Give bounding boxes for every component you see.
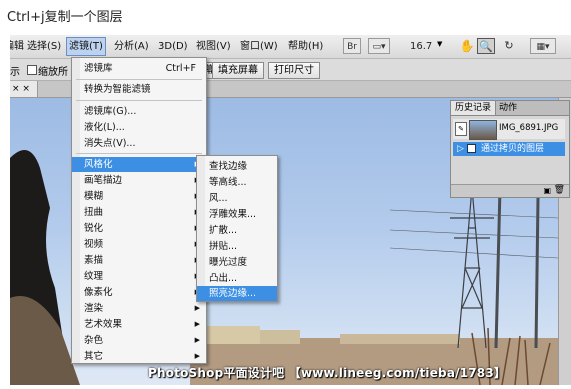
caption: Ctrl+j复制一个图层 — [7, 10, 123, 25]
menu-item-video[interactable]: 视频▶ — [72, 237, 206, 252]
menu-item-stylize[interactable]: 风格化▶ — [72, 157, 206, 172]
submenu-item-solarize[interactable]: 曝光过度 — [197, 255, 277, 270]
menu-item-other[interactable]: 其它 ▶ — [72, 349, 206, 364]
submenu-arrow-icon: ▶ — [194, 304, 200, 312]
submenu-arrow-icon: ▶ — [194, 352, 200, 360]
menu-view[interactable]: 视图(V) — [196, 39, 231, 54]
menu-separator — [76, 100, 202, 101]
submenu-item-find-edges[interactable]: 查找边缘 — [197, 159, 277, 174]
menu-item-sketch[interactable]: 素描▶ — [72, 253, 206, 268]
submenu-item-extrude[interactable]: 凸出... — [197, 271, 277, 286]
history-brush-icon[interactable]: ✎ — [455, 122, 467, 136]
menu-item-vanishing-point[interactable]: 消失点(V)... — [72, 136, 206, 151]
tab-history[interactable]: 历史记录 — [451, 101, 497, 115]
submenu-item-wind[interactable]: 风... — [197, 191, 277, 206]
options-label: 示 — [10, 67, 20, 78]
snapshot-thumbnail — [469, 120, 497, 140]
zoom-dropdown-icon[interactable]: ▼ — [437, 40, 442, 48]
menu-item-distort[interactable]: 扭曲▶ — [72, 205, 206, 220]
building-left — [200, 326, 260, 344]
submenu-item-tiles[interactable]: 拼贴... — [197, 239, 277, 254]
menu-item-brush-strokes[interactable]: 画笔描边▶ — [72, 173, 206, 188]
menu-edit[interactable]: 编辑 — [10, 39, 24, 54]
hand-tool-icon[interactable]: ✋ — [458, 38, 476, 54]
menu-item-filter-gallery[interactable]: 滤镜库(G)... — [72, 104, 206, 119]
resize-windows-label: 缩放所 — [38, 67, 68, 78]
new-snapshot-icon[interactable]: ▣ — [543, 186, 551, 195]
menu-analysis[interactable]: 分析(A) — [114, 39, 149, 54]
zoom-level[interactable]: 16.7 — [410, 39, 432, 54]
menu-item-artistic[interactable]: 艺术效果 ▶ — [72, 317, 206, 332]
submenu-arrow-icon: ▶ — [194, 320, 200, 328]
history-snapshot[interactable]: ✎ IMG_6891.JPG — [453, 119, 565, 140]
power-tower — [450, 187, 494, 349]
menu-item-smart-filter[interactable]: 转换为智能滤镜 — [72, 82, 206, 97]
menu-item-last-filter[interactable]: 滤镜库 Ctrl+F — [72, 61, 206, 76]
photoshop-window: 编辑 选择(S) 滤镜(T) 分析(A) 3D(D) 视图(V) 窗口(W) 帮… — [10, 35, 571, 385]
bridge-icon[interactable]: Br — [343, 38, 361, 54]
history-state-selected[interactable]: ▷ 通过拷贝的图层 — [453, 142, 565, 156]
building-mid — [260, 330, 300, 344]
screen-mode-icon[interactable]: ▭▾ — [368, 38, 390, 54]
building-right — [340, 334, 460, 344]
foreground-grass — [10, 296, 80, 385]
menu-3d[interactable]: 3D(D) — [158, 39, 188, 54]
menu-separator — [76, 79, 202, 80]
utility-poles — [494, 187, 540, 349]
zoom-tool-icon[interactable]: 🔍 — [477, 38, 495, 54]
arrange-documents-icon[interactable]: ▦▾ — [530, 38, 556, 54]
tab-actions[interactable]: 动作 — [495, 101, 521, 115]
snapshot-name: IMG_6891.JPG — [499, 123, 559, 133]
menu-item-blur[interactable]: 模糊▶ — [72, 189, 206, 204]
menu-item-liquify[interactable]: 液化(L)... — [72, 120, 206, 135]
layer-state-icon — [467, 144, 476, 153]
menu-item-render[interactable]: 渲染 ▶ — [72, 301, 206, 316]
delete-state-icon[interactable]: 🗑 — [554, 185, 565, 195]
filter-menu: 滤镜库 Ctrl+F 转换为智能滤镜 滤镜库(G)... 液化(L)... 消失点… — [71, 57, 207, 364]
rotate-view-icon[interactable]: ↻ — [500, 38, 518, 54]
menubar: 编辑 选择(S) 滤镜(T) 分析(A) 3D(D) 视图(V) 窗口(W) 帮… — [10, 35, 571, 59]
submenu-item-contour[interactable]: 等高线... — [197, 175, 277, 190]
menu-select[interactable]: 选择(S) — [27, 39, 61, 54]
history-panel: 历史记录 动作 ✎ IMG_6891.JPG ▷ 通过拷贝的图层 ▣ 🗑 — [450, 100, 570, 198]
menu-separator — [76, 153, 202, 154]
state-marker-icon: ▷ — [457, 144, 464, 154]
submenu-item-diffuse[interactable]: 扩散... — [197, 223, 277, 238]
menu-item-pixelate[interactable]: 像素化▶ — [72, 285, 206, 300]
menu-help[interactable]: 帮助(H) — [288, 39, 323, 54]
resize-windows-checkbox[interactable] — [27, 65, 37, 75]
fill-screen-button[interactable]: 填充屏幕 — [212, 62, 264, 79]
submenu-arrow-icon: ▶ — [194, 336, 200, 344]
submenu-item-glowing-edges[interactable]: 照亮边缘... — [197, 286, 277, 301]
print-size-button[interactable]: 打印尺寸 — [268, 62, 320, 79]
panel-tabs: 历史记录 动作 — [451, 101, 569, 116]
menu-item-noise[interactable]: 杂色 ▶ — [72, 333, 206, 348]
document-tab[interactable]: × × — [10, 81, 38, 97]
panel-footer: ▣ 🗑 — [451, 184, 569, 197]
menu-item-texture[interactable]: 纹理▶ — [72, 269, 206, 284]
stylize-submenu: 查找边缘 等高线... 风... 浮雕效果... 扩散... 拼贴... 曝光过… — [196, 155, 278, 302]
menu-item-sharpen[interactable]: 锐化▶ — [72, 221, 206, 236]
watermark: PhotoShop平面设计吧 【www.lineeg.com/tieba/178… — [148, 366, 507, 380]
state-label: 通过拷贝的图层 — [481, 144, 545, 154]
submenu-item-emboss[interactable]: 浮雕效果... — [197, 207, 277, 222]
menu-filter[interactable]: 滤镜(T) — [66, 37, 106, 56]
menu-window[interactable]: 窗口(W) — [240, 39, 278, 54]
